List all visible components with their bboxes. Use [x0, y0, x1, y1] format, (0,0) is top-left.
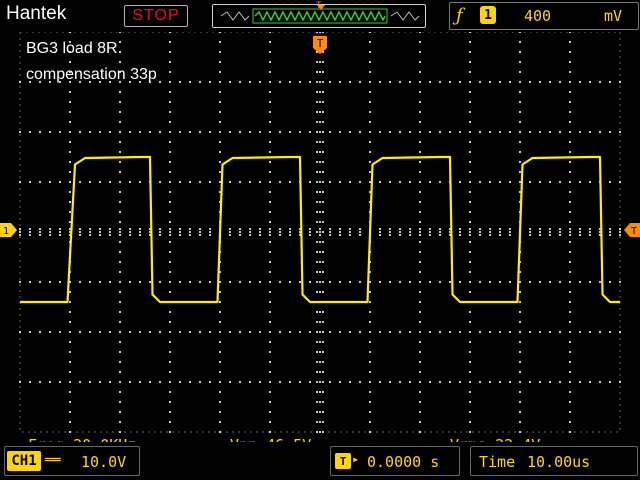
bottom-status-bar: CH1 ══ 10.0V T ▸ 0.0000 s Time 10.00us: [0, 442, 640, 480]
trigger-slope-icon: ƒ: [456, 5, 463, 26]
timebase-label: Time: [479, 453, 516, 471]
run-stop-button[interactable]: STOP: [124, 5, 188, 27]
trigger-status-panel[interactable]: ƒ 1 400 mV: [449, 2, 639, 30]
trigger-channel-badge: 1: [480, 6, 496, 24]
trigger-time-marker-label: T: [317, 37, 324, 50]
top-status-bar: Hantek STOP T ƒ 1 400 mV: [0, 0, 640, 32]
trigger-position-value: 0.0000 s: [367, 453, 440, 471]
trigger-time-marker[interactable]: T: [313, 36, 327, 54]
timebase-value: 10.00us: [527, 453, 591, 471]
dc-coupling-icon: ══: [45, 453, 61, 468]
waveform-grid: T 1 T: [0, 31, 640, 433]
trigger-position-panel[interactable]: T ▸ 0.0000 s: [330, 446, 460, 476]
ch1-label: CH1: [7, 451, 41, 471]
ch1-level-marker[interactable]: 1: [0, 223, 17, 237]
arrow-right-icon: ▸: [352, 452, 360, 466]
brand-logo: Hantek: [6, 3, 67, 24]
trigger-position-icon: T: [335, 453, 351, 469]
ch1-volts-per-div: 10.0V: [81, 453, 127, 471]
annotation-line-2: compensation 33p: [26, 66, 157, 83]
waveform-display[interactable]: T 1 T BG3 load 8R compensation 33p Freq=…: [0, 31, 640, 454]
memory-position-bar[interactable]: T: [212, 1, 426, 28]
trigger-level-marker[interactable]: T: [624, 223, 640, 237]
annotation-line-1: BG3 load 8R: [26, 40, 118, 57]
trigger-level-unit: mV: [604, 7, 623, 25]
ch1-level-marker-label: 1: [3, 226, 9, 237]
timebase-panel[interactable]: Time 10.00us: [470, 446, 638, 476]
grid-dots: [19, 31, 621, 433]
memory-trigger-marker: T: [316, 1, 322, 11]
trigger-level-marker-label: T: [631, 226, 637, 237]
ch1-settings-panel[interactable]: CH1 ══ 10.0V: [4, 446, 140, 476]
trigger-level-value: 400: [524, 7, 552, 25]
